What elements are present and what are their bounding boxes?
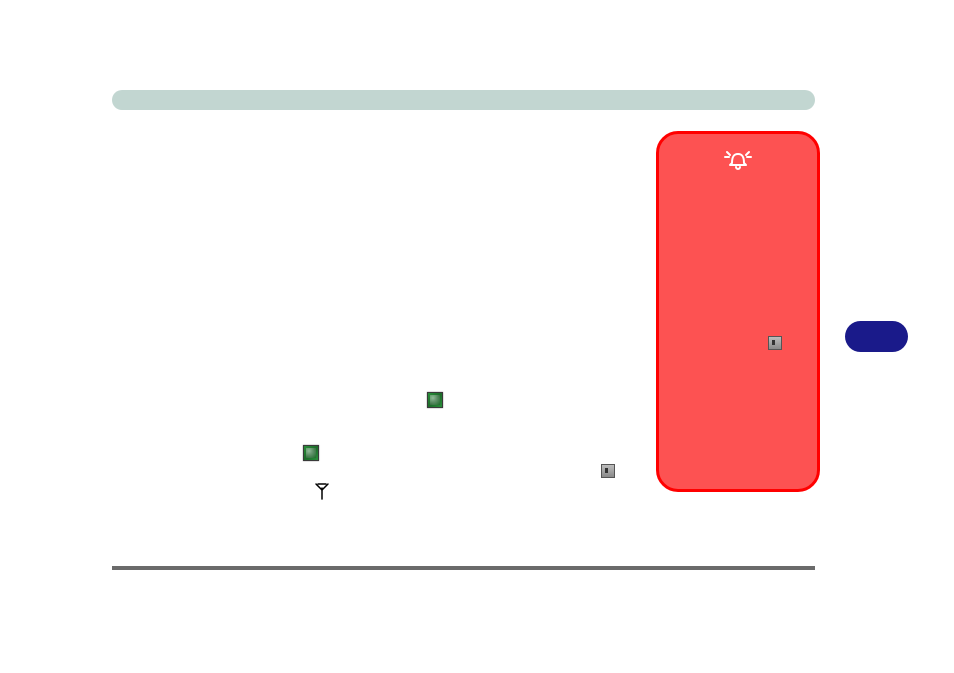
side-button[interactable]	[845, 321, 908, 352]
network-node-port[interactable]	[768, 336, 782, 350]
bell-alarm-icon	[723, 144, 753, 175]
alert-panel[interactable]	[656, 131, 820, 492]
bottom-bar	[112, 566, 815, 570]
network-node-port[interactable]	[601, 464, 615, 478]
top-bar	[112, 90, 815, 110]
network-node-chip[interactable]	[427, 392, 443, 408]
antenna-icon	[313, 482, 331, 505]
network-node-chip[interactable]	[303, 445, 319, 461]
diagram-canvas	[0, 0, 954, 673]
